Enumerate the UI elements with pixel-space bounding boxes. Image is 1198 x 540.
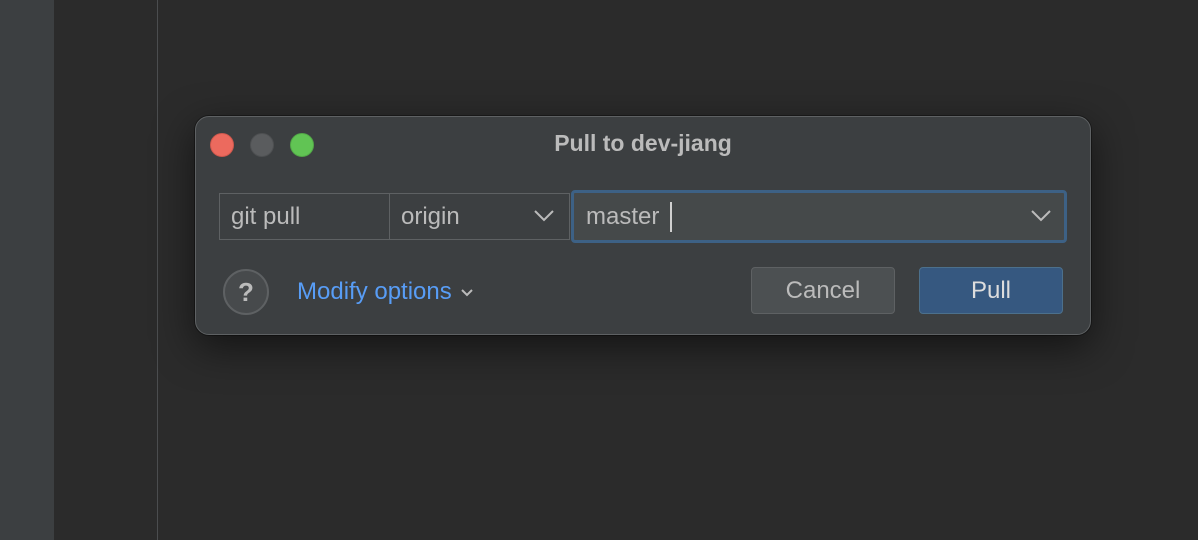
- side-panel: [54, 0, 157, 540]
- question-mark-icon: ?: [238, 277, 254, 307]
- left-tool-strip: [0, 0, 54, 540]
- pull-button[interactable]: Pull: [919, 267, 1063, 314]
- modify-options-link[interactable]: Modify options: [297, 276, 474, 308]
- remote-dropdown[interactable]: origin: [389, 193, 570, 240]
- text-caret: [670, 202, 672, 232]
- pull-dialog: Pull to dev-jiang git pull origin ?: [195, 116, 1091, 335]
- ide-window: Pull to dev-jiang git pull origin ?: [0, 0, 1198, 540]
- dialog-title: Pull to dev-jiang: [554, 130, 732, 156]
- cancel-button[interactable]: Cancel: [751, 267, 895, 314]
- branch-input[interactable]: [586, 199, 1016, 235]
- branch-combobox[interactable]: [571, 190, 1067, 243]
- modify-options-label: Modify options: [297, 278, 452, 305]
- git-pull-command-label: git pull: [219, 193, 390, 240]
- chevron-down-icon: [534, 210, 554, 222]
- remote-dropdown-value: origin: [401, 203, 460, 230]
- dialog-actions-row: ? Modify options Cancel Pull: [196, 267, 1090, 317]
- chevron-down-icon[interactable]: [1030, 209, 1052, 223]
- help-button[interactable]: ?: [223, 269, 269, 315]
- chevron-down-icon: [461, 288, 473, 297]
